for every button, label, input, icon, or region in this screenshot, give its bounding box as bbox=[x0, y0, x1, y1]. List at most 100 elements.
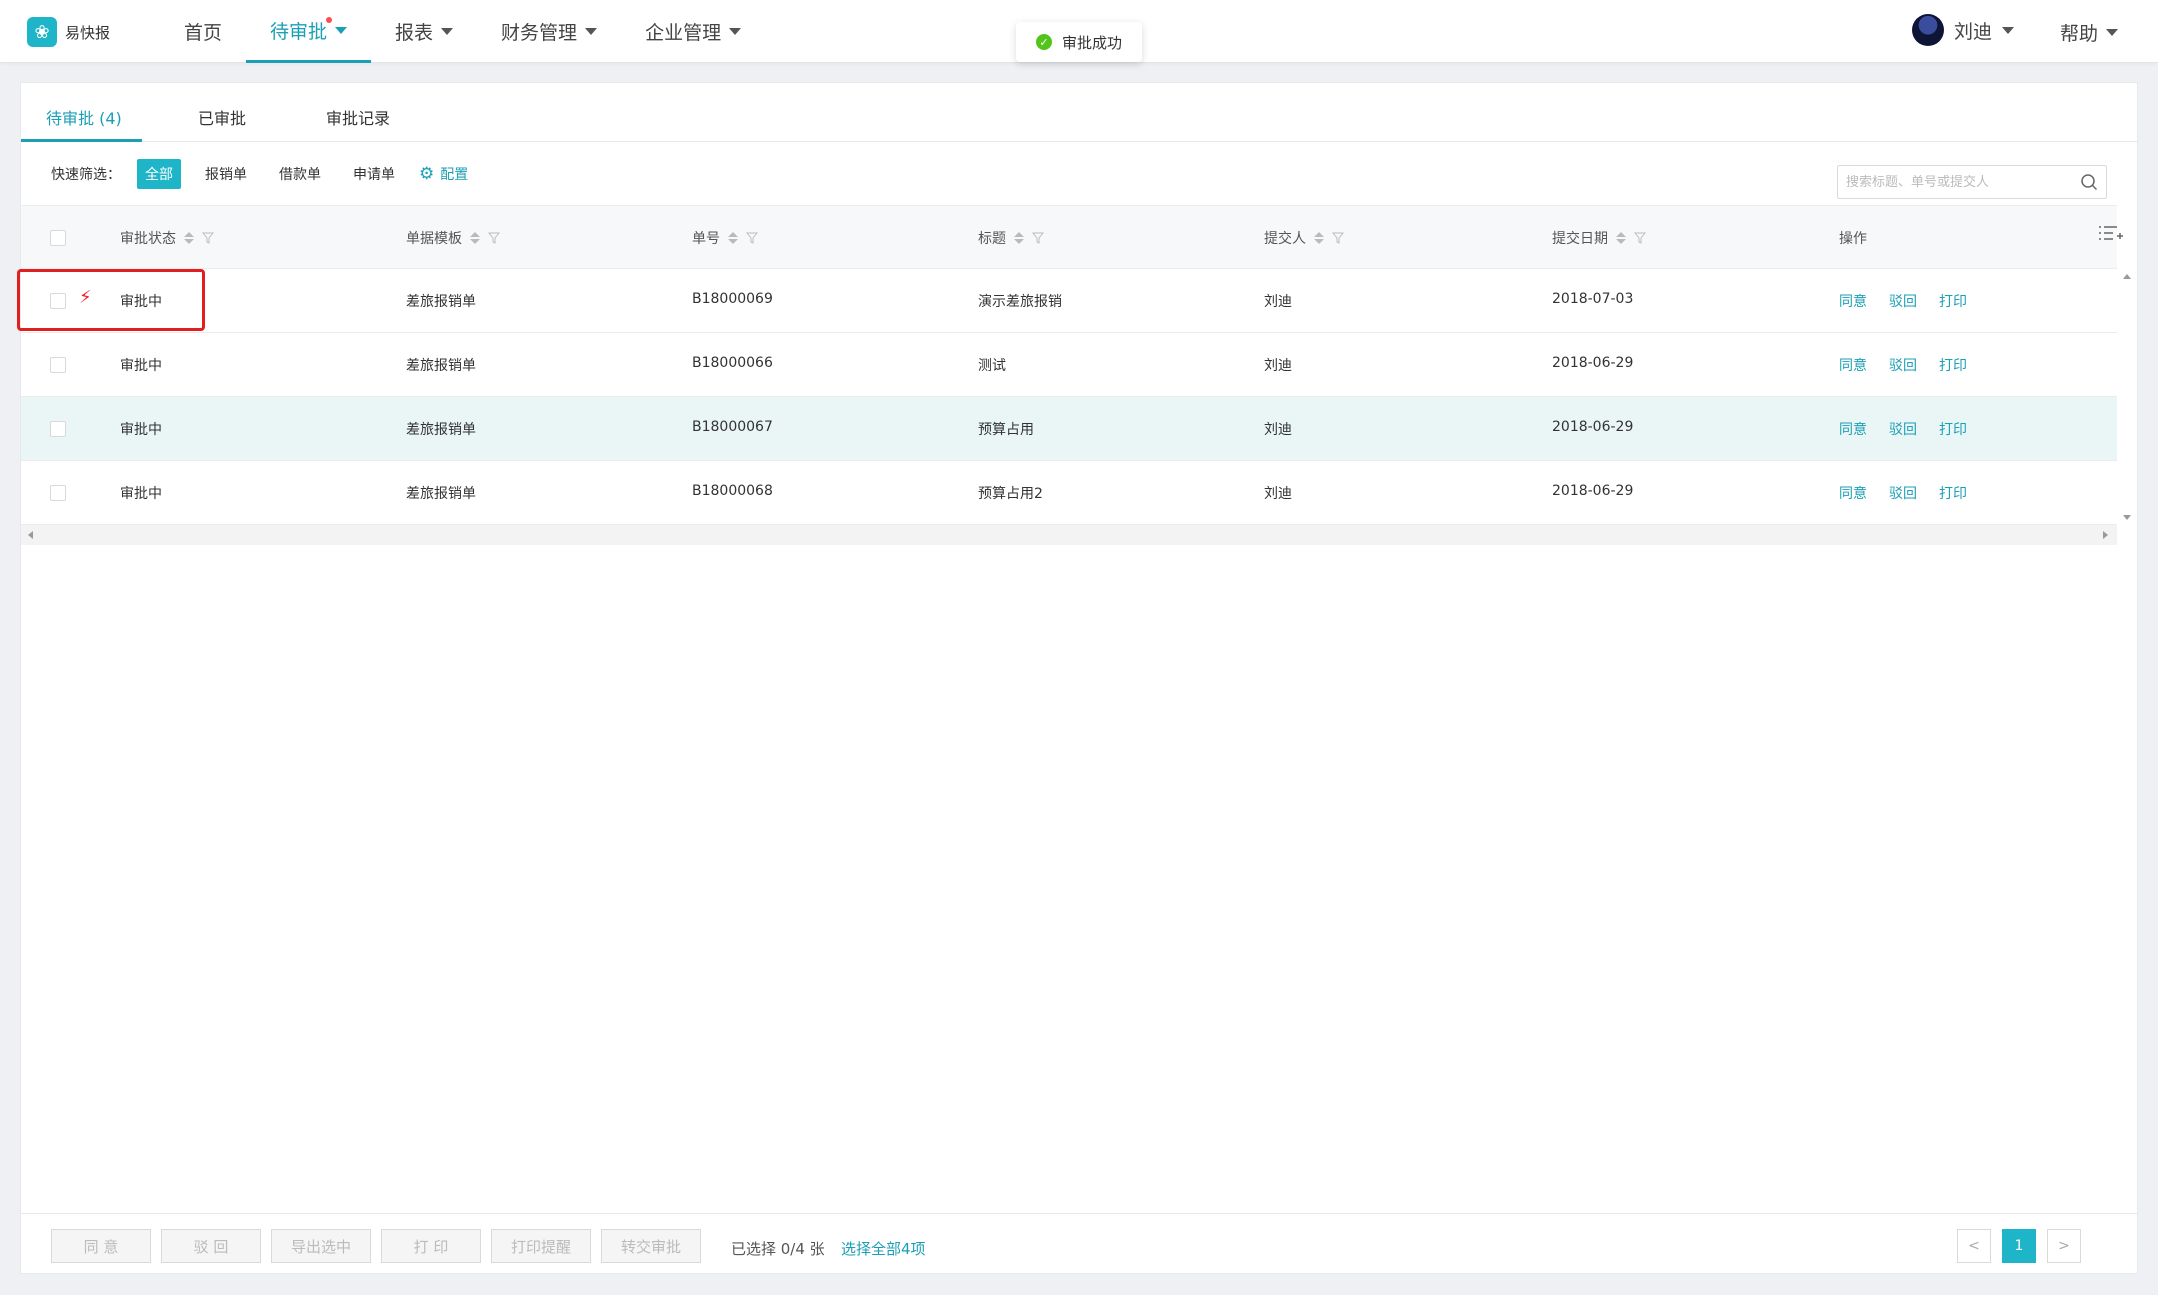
filter-icon[interactable] bbox=[1634, 232, 1646, 244]
approve-link[interactable]: 同意 bbox=[1839, 419, 1867, 439]
help-label: 帮助 bbox=[2060, 22, 2099, 45]
sort-icon[interactable] bbox=[1014, 232, 1024, 244]
print-link[interactable]: 打印 bbox=[1939, 483, 1967, 503]
print-link[interactable]: 打印 bbox=[1939, 355, 1967, 375]
filter-icon[interactable] bbox=[1032, 232, 1044, 244]
approve-link[interactable]: 同意 bbox=[1839, 483, 1867, 503]
reject-link[interactable]: 驳回 bbox=[1889, 483, 1917, 503]
col-submitter[interactable]: 提交人 bbox=[1264, 228, 1344, 248]
cell-title: 预算占用 bbox=[978, 422, 1034, 438]
reject-button[interactable]: 驳 回 bbox=[161, 1229, 261, 1263]
cell-number: B18000066 bbox=[692, 355, 773, 371]
cell-title: 测试 bbox=[978, 358, 1006, 374]
cell-template: 差旅报销单 bbox=[406, 294, 476, 310]
row-checkbox[interactable] bbox=[50, 485, 66, 501]
approve-link[interactable]: 同意 bbox=[1839, 355, 1867, 375]
user-name: 刘迪 bbox=[1954, 20, 1993, 43]
row-checkbox[interactable] bbox=[50, 357, 66, 373]
col-status[interactable]: 审批状态 bbox=[120, 228, 214, 248]
select-all-link[interactable]: 选择全部4项 bbox=[841, 1238, 926, 1259]
reject-link[interactable]: 驳回 bbox=[1889, 355, 1917, 375]
approval-panel: 待审批 (4) 已审批 审批记录 快速筛选： 全部 报销单 借款单 申请单 ⚙ … bbox=[17, 82, 2138, 1274]
print-link[interactable]: 打印 bbox=[1939, 291, 1967, 311]
cell-status: 审批中 bbox=[120, 422, 162, 438]
nav-finance-label: 财务管理 bbox=[501, 22, 578, 44]
sort-icon[interactable] bbox=[728, 232, 738, 244]
cell-template: 差旅报销单 bbox=[406, 486, 476, 502]
col-title[interactable]: 标题 bbox=[978, 228, 1044, 248]
nav-finance[interactable]: 财务管理 bbox=[477, 0, 621, 63]
nav-enterprise-label: 企业管理 bbox=[645, 22, 722, 44]
prev-page-button[interactable]: < bbox=[1957, 1229, 1991, 1263]
transfer-approval-button[interactable]: 转交审批 bbox=[601, 1229, 701, 1263]
tab-pending[interactable]: 待审批 (4) bbox=[46, 105, 122, 129]
sort-icon[interactable] bbox=[1314, 232, 1324, 244]
active-tab-indicator bbox=[21, 139, 142, 142]
logo-icon: ❀ bbox=[27, 17, 57, 47]
help-menu[interactable]: 帮助 bbox=[2060, 14, 2119, 50]
table-footer: 同 意 驳 回 导出选中 打 印 打印提醒 转交审批 已选择 0/4 张 选择全… bbox=[21, 1213, 2137, 1273]
filter-loan[interactable]: 借款单 bbox=[271, 159, 329, 189]
page-1-button[interactable]: 1 bbox=[2002, 1229, 2036, 1263]
row-checkbox[interactable] bbox=[50, 421, 66, 437]
print-reminder-button[interactable]: 打印提醒 bbox=[491, 1229, 591, 1263]
filter-all[interactable]: 全部 bbox=[137, 159, 181, 189]
tab-approved[interactable]: 已审批 bbox=[198, 105, 246, 129]
table-row[interactable]: 审批中 差旅报销单 B18000068 预算占用2 刘迪 2018-06-29 … bbox=[21, 461, 2117, 525]
main-nav: 首页 待审批 报表 财务管理 企业管理 bbox=[160, 0, 765, 63]
filter-icon[interactable] bbox=[1332, 232, 1344, 244]
export-selected-button[interactable]: 导出选中 bbox=[271, 1229, 371, 1263]
col-number[interactable]: 单号 bbox=[692, 228, 758, 248]
approval-table: 审批状态 单据模板 单号 标题 提交人 提交日期 操作 ⚡ 审批中 差旅报销单 … bbox=[21, 205, 2117, 525]
col-template[interactable]: 单据模板 bbox=[406, 228, 500, 248]
filter-expense[interactable]: 报销单 bbox=[197, 159, 255, 189]
notification-dot bbox=[326, 17, 333, 23]
sort-icon[interactable] bbox=[184, 232, 194, 244]
tab-bar: 待审批 (4) 已审批 审批记录 bbox=[21, 83, 2137, 142]
nav-reports[interactable]: 报表 bbox=[371, 0, 477, 63]
horizontal-scrollbar[interactable] bbox=[21, 525, 2117, 545]
nav-home[interactable]: 首页 bbox=[160, 0, 246, 63]
reject-link[interactable]: 驳回 bbox=[1889, 291, 1917, 311]
cell-number: B18000067 bbox=[692, 419, 773, 435]
search-box bbox=[1837, 165, 2107, 199]
cell-status: 审批中 bbox=[120, 358, 162, 374]
next-page-button[interactable]: > bbox=[2047, 1229, 2081, 1263]
table-row[interactable]: ⚡ 审批中 差旅报销单 B18000069 演示差旅报销 刘迪 2018-07-… bbox=[21, 269, 2117, 333]
reject-link[interactable]: 驳回 bbox=[1889, 419, 1917, 439]
app-logo[interactable]: ❀ 易快报 bbox=[27, 17, 110, 47]
sort-icon[interactable] bbox=[1616, 232, 1626, 244]
filter-icon[interactable] bbox=[488, 232, 500, 244]
filter-icon[interactable] bbox=[746, 232, 758, 244]
table-header: 审批状态 单据模板 单号 标题 提交人 提交日期 操作 bbox=[21, 205, 2117, 269]
cell-submitter: 刘迪 bbox=[1264, 422, 1292, 438]
approve-button[interactable]: 同 意 bbox=[51, 1229, 151, 1263]
vertical-scrollbar[interactable] bbox=[2117, 269, 2137, 525]
chevron-down-icon bbox=[335, 26, 348, 34]
nav-enterprise[interactable]: 企业管理 bbox=[621, 0, 765, 63]
filter-request[interactable]: 申请单 bbox=[345, 159, 403, 189]
approve-link[interactable]: 同意 bbox=[1839, 291, 1867, 311]
filter-icon[interactable] bbox=[202, 232, 214, 244]
print-button[interactable]: 打 印 bbox=[381, 1229, 481, 1263]
selection-count: 已选择 0/4 张 bbox=[731, 1240, 825, 1258]
nav-reports-label: 报表 bbox=[395, 22, 434, 44]
search-input[interactable] bbox=[1846, 174, 2066, 190]
table-row[interactable]: 审批中 差旅报销单 B18000067 预算占用 刘迪 2018-06-29 同… bbox=[21, 397, 2117, 461]
column-settings-icon[interactable] bbox=[2097, 223, 2125, 247]
tab-history[interactable]: 审批记录 bbox=[326, 105, 390, 129]
col-status-label: 审批状态 bbox=[120, 231, 176, 247]
user-menu[interactable]: 刘迪 bbox=[1912, 14, 2015, 46]
print-link[interactable]: 打印 bbox=[1939, 419, 1967, 439]
table-row[interactable]: 审批中 差旅报销单 B18000066 测试 刘迪 2018-06-29 同意 … bbox=[21, 333, 2117, 397]
config-button[interactable]: ⚙ 配置 bbox=[419, 164, 468, 184]
col-date[interactable]: 提交日期 bbox=[1552, 228, 1646, 248]
search-icon[interactable] bbox=[2080, 173, 2098, 191]
col-submitter-label: 提交人 bbox=[1264, 231, 1306, 247]
sort-icon[interactable] bbox=[470, 232, 480, 244]
nav-pending[interactable]: 待审批 bbox=[246, 0, 372, 63]
gear-icon: ⚙ bbox=[419, 164, 435, 184]
highlight-annotation bbox=[17, 269, 205, 331]
select-all-checkbox[interactable] bbox=[50, 230, 66, 246]
cell-submitter: 刘迪 bbox=[1264, 358, 1292, 374]
